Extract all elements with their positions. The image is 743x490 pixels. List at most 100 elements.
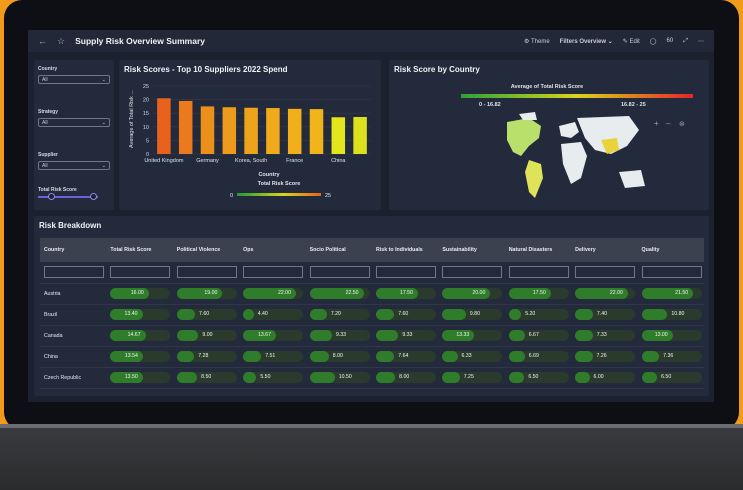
column-header[interactable]: Political Violence xyxy=(172,238,240,262)
y-tick-label: 5 xyxy=(146,138,149,144)
filter-cell xyxy=(239,262,306,284)
y-axis-label: Average of Total Risk ... xyxy=(129,90,135,148)
expand-icon[interactable]: ⤢ xyxy=(683,38,688,45)
zoom-label[interactable]: 60 xyxy=(667,38,674,44)
australia-shape[interactable] xyxy=(619,170,645,188)
column-header[interactable]: Risk to Individuals xyxy=(371,238,439,262)
table-row[interactable]: Austria 16.00 19.00 22.00 22.50 17.50 20.00 17.… xyxy=(40,283,704,305)
bar[interactable] xyxy=(309,109,324,154)
column-filter-input[interactable] xyxy=(442,266,503,279)
africa-shape[interactable] xyxy=(561,142,587,184)
north-america-shape[interactable] xyxy=(507,118,541,156)
table-row[interactable]: Brazil 13.40 7.60 4.40 7.20 7.60 9.80 5.20 7.40 1… xyxy=(40,304,704,326)
score-bar: 13.67 xyxy=(243,330,304,341)
column-filter-input[interactable] xyxy=(44,266,104,279)
edit-button[interactable]: ✎ Edit xyxy=(623,38,640,45)
bar[interactable] xyxy=(178,100,193,154)
legend-max-label: 25 xyxy=(325,193,331,199)
chevron-down-icon: ⌄ xyxy=(101,120,106,126)
column-filter-input[interactable] xyxy=(176,266,237,279)
bar[interactable] xyxy=(353,117,367,154)
supplier-select[interactable]: All ⌄ xyxy=(38,161,110,170)
column-header[interactable]: Total Risk Score xyxy=(106,238,173,262)
column-header[interactable]: Country xyxy=(40,238,107,262)
bar[interactable] xyxy=(244,107,258,154)
back-arrow-icon[interactable]: ← xyxy=(38,36,47,46)
bar[interactable] xyxy=(287,108,302,154)
score-cell: 6.50 xyxy=(504,367,572,389)
column-header[interactable]: Natural Disasters xyxy=(504,238,572,262)
column-filter-input[interactable] xyxy=(375,266,436,279)
column-header[interactable]: Ops xyxy=(239,238,306,262)
score-value: 6.00 xyxy=(593,374,604,380)
column-filter-input[interactable] xyxy=(243,266,304,279)
score-value: 10.50 xyxy=(338,374,352,380)
column-filter-input[interactable] xyxy=(641,266,702,279)
score-bar-fill xyxy=(575,330,593,341)
south-america-shape[interactable] xyxy=(525,160,543,198)
country-select[interactable]: All ⌄ xyxy=(38,75,110,84)
supplier-select-value: All xyxy=(42,163,48,169)
score-cell: 9.80 xyxy=(438,304,505,326)
score-value: 9.80 xyxy=(469,311,480,317)
zoom-out-icon[interactable]: – xyxy=(666,119,671,128)
star-icon[interactable]: ☆ xyxy=(57,36,65,47)
score-cell: 10.50 xyxy=(305,367,372,389)
bar[interactable] xyxy=(331,117,346,154)
score-bar: 7.64 xyxy=(375,351,436,362)
bar[interactable] xyxy=(200,106,215,154)
filter-row xyxy=(40,262,704,284)
column-filter-input[interactable] xyxy=(508,266,569,279)
score-bar: 8.50 xyxy=(176,372,237,383)
score-value: 7.26 xyxy=(596,353,607,359)
score-bar: 7.40 xyxy=(575,309,636,320)
column-filter-input[interactable] xyxy=(575,266,636,279)
score-bar-fill xyxy=(508,372,525,383)
score-cell: 5.50 xyxy=(239,367,306,389)
score-cell: 22.00 xyxy=(239,283,306,305)
score-cell: 20.00 xyxy=(438,283,505,305)
score-cell: 6.67 xyxy=(504,325,572,347)
column-header[interactable]: Quality xyxy=(637,238,704,262)
table-row[interactable]: Canada 14.67 9.00 13.67 9.33 9.33 13.33 6.67 7.3… xyxy=(40,325,704,347)
score-cell: 13.33 xyxy=(438,325,505,347)
table-row[interactable]: China 13.54 7.28 7.51 8.00 7.64 6.33 6.69 7.26 7.… xyxy=(40,346,704,368)
table-row[interactable]: Czech Republic 13.50 8.50 5.50 10.50 8.00 7.25… xyxy=(40,367,704,389)
more-icon[interactable]: ⋯ xyxy=(698,38,704,45)
risk-score-slider-track[interactable] xyxy=(38,196,98,198)
column-filter-input[interactable] xyxy=(110,266,171,279)
greenland-shape[interactable] xyxy=(519,112,537,120)
score-cell: 13.54 xyxy=(106,346,173,368)
filter-cell xyxy=(106,262,173,284)
dashboard-screen: ← ☆ Supply Risk Overview Summary ⚙ Theme… xyxy=(28,30,714,402)
comment-icon[interactable]: ◯ xyxy=(650,38,657,45)
score-bar-fill xyxy=(375,309,395,320)
x-tick-label: Germany xyxy=(196,158,219,164)
europe-shape[interactable] xyxy=(559,122,579,138)
column-header[interactable]: Sustainability xyxy=(438,238,505,262)
bar[interactable] xyxy=(222,107,237,154)
score-bar: 6.69 xyxy=(508,351,569,362)
map-panel: Risk Score by Country Average of Total R… xyxy=(389,60,709,210)
score-value: 5.50 xyxy=(260,374,271,380)
score-bar: 6.50 xyxy=(508,372,569,383)
score-bar: 22.50 xyxy=(309,288,370,299)
score-bar-fill xyxy=(176,330,199,341)
y-tick-label: 15 xyxy=(143,111,149,117)
theme-button[interactable]: ⚙ Theme xyxy=(524,38,550,45)
filter-cell xyxy=(40,262,107,284)
bar[interactable] xyxy=(266,108,280,154)
score-cell: 8.50 xyxy=(172,367,240,389)
bar[interactable] xyxy=(157,98,171,154)
column-header[interactable]: Delivery xyxy=(571,238,638,262)
column-filter-input[interactable] xyxy=(309,266,370,279)
score-value: 13.33 xyxy=(456,332,470,338)
zoom-in-icon[interactable]: + xyxy=(654,119,659,128)
filters-overview-button[interactable]: Filters Overview ⌄ xyxy=(560,38,613,45)
strategy-select-value: All xyxy=(42,120,48,126)
filter-cell xyxy=(172,262,240,284)
column-header[interactable]: Socio Political xyxy=(305,238,372,262)
strategy-select[interactable]: All ⌄ xyxy=(38,118,110,127)
reset-view-icon[interactable]: ⊛ xyxy=(679,121,685,128)
score-bar-fill xyxy=(575,309,593,320)
